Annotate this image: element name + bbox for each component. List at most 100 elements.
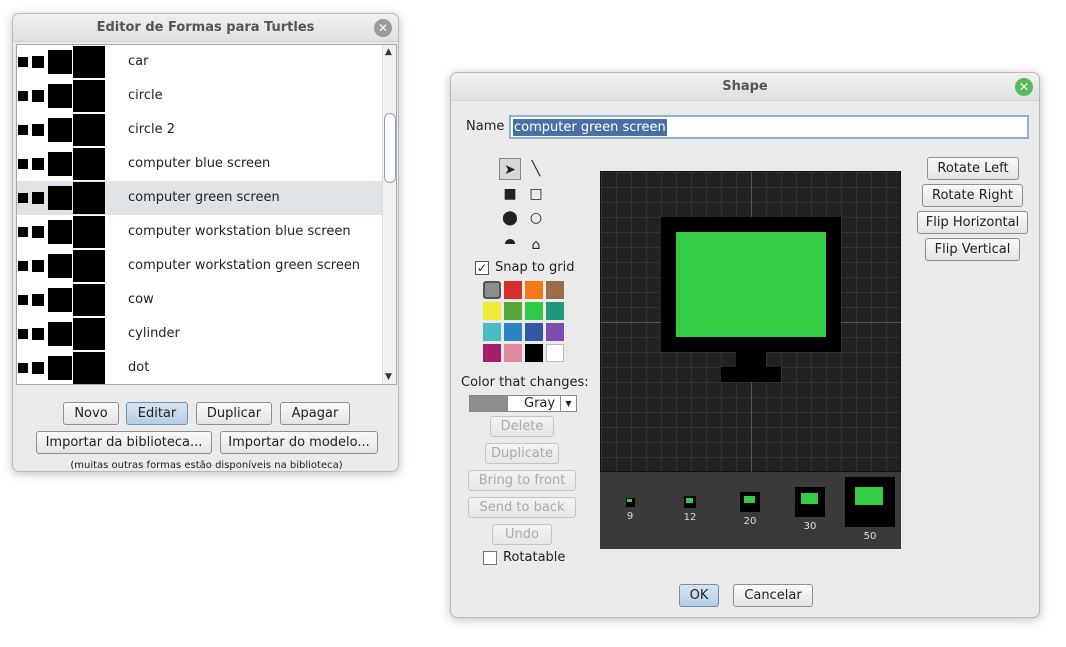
chevron-down-icon[interactable]: ▼ bbox=[560, 396, 576, 411]
filled-polygon-tool-icon[interactable]: ⯊ bbox=[499, 234, 521, 256]
color-swatch[interactable] bbox=[525, 323, 543, 341]
list-item[interactable]: dot bbox=[17, 351, 382, 384]
color-changes-label: Color that changes: bbox=[461, 375, 589, 390]
color-swatch[interactable] bbox=[483, 302, 501, 320]
bring-to-front-button[interactable]: Bring to front bbox=[468, 470, 576, 491]
cow-icon bbox=[48, 288, 72, 312]
delete-shape-button[interactable]: Delete bbox=[490, 416, 554, 437]
cancel-button[interactable]: Cancelar bbox=[733, 584, 813, 607]
circle-icon bbox=[18, 91, 28, 101]
rotate-right-button[interactable]: Rotate Right bbox=[922, 184, 1023, 207]
filled-circle-tool-icon[interactable]: ⬤ bbox=[499, 207, 521, 229]
preview-screen bbox=[801, 493, 818, 504]
list-item[interactable]: circle 2 bbox=[17, 113, 382, 147]
import-model-button[interactable]: Importar do modelo... bbox=[220, 431, 378, 454]
circle-2-icon bbox=[32, 124, 44, 136]
gray-swatch bbox=[470, 396, 508, 411]
preview-screen bbox=[855, 487, 883, 505]
computer-workstation-blue-screen-icon bbox=[73, 216, 105, 248]
color-swatch[interactable] bbox=[546, 344, 564, 362]
list-item[interactable]: car bbox=[17, 45, 382, 79]
rotatable-checkbox[interactable] bbox=[483, 551, 497, 565]
computer-workstation-blue-screen-icon bbox=[32, 226, 44, 238]
library-footnote: (muitas outras formas estão disponíveis … bbox=[70, 460, 343, 471]
cylinder-icon bbox=[73, 318, 105, 350]
list-item[interactable]: cylinder bbox=[17, 317, 382, 351]
close-icon[interactable]: ✕ bbox=[374, 19, 392, 37]
color-swatch[interactable] bbox=[483, 344, 501, 362]
computer-workstation-blue-screen-icon bbox=[18, 227, 28, 237]
filled-rectangle-tool-icon[interactable]: ■ bbox=[499, 183, 521, 205]
list-scrollbar[interactable]: ▲ ▼ bbox=[382, 45, 396, 384]
undo-button[interactable]: Undo bbox=[492, 524, 552, 545]
list-item[interactable]: cow bbox=[17, 283, 382, 317]
flip-horizontal-button[interactable]: Flip Horizontal bbox=[917, 211, 1028, 234]
computer-green-screen-icon bbox=[73, 182, 105, 214]
list-item[interactable]: computer workstation blue screen bbox=[17, 215, 382, 249]
duplicate-button[interactable]: Duplicar bbox=[196, 402, 272, 425]
rotate-left-button[interactable]: Rotate Left bbox=[927, 157, 1019, 180]
dot-icon bbox=[32, 362, 44, 374]
flip-vertical-button[interactable]: Flip Vertical bbox=[925, 238, 1020, 261]
color-swatch[interactable] bbox=[504, 323, 522, 341]
circle-2-icon bbox=[48, 118, 72, 142]
drawing-canvas[interactable] bbox=[600, 171, 901, 472]
computer-blue-screen-icon bbox=[73, 148, 105, 180]
shape-editor-titlebar: Editor de Formas para Turtles ✕ bbox=[13, 14, 398, 42]
edit-button[interactable]: Editar bbox=[126, 402, 188, 425]
scroll-down-icon[interactable]: ▼ bbox=[385, 372, 392, 382]
circle-icon bbox=[73, 80, 105, 112]
ok-button[interactable]: OK bbox=[679, 584, 719, 607]
list-item-label: computer workstation green screen bbox=[128, 258, 361, 273]
scroll-up-icon[interactable]: ▲ bbox=[385, 47, 392, 57]
computer-workstation-green-screen-icon bbox=[48, 254, 72, 278]
list-item[interactable]: circle bbox=[17, 79, 382, 113]
duplicate-shape-button[interactable]: Duplicate bbox=[485, 443, 559, 464]
color-changes-select[interactable]: Gray ▼ bbox=[469, 395, 577, 412]
computer-workstation-green-screen-icon bbox=[18, 261, 28, 271]
send-to-back-button[interactable]: Send to back bbox=[468, 497, 576, 518]
delete-button[interactable]: Apagar bbox=[280, 402, 350, 425]
size-preview-label: 20 bbox=[743, 516, 757, 527]
size-preview-label: 50 bbox=[863, 531, 877, 542]
monitor-neck bbox=[736, 352, 766, 367]
polygon-tool-icon[interactable]: ⌂ bbox=[525, 234, 547, 256]
color-swatch[interactable] bbox=[546, 281, 564, 299]
close-icon[interactable]: ✕ bbox=[1015, 78, 1033, 96]
color-swatch[interactable] bbox=[483, 281, 501, 299]
circle-icon bbox=[48, 84, 72, 108]
color-swatch[interactable] bbox=[504, 302, 522, 320]
color-swatch[interactable] bbox=[546, 302, 564, 320]
snap-checkbox[interactable]: ✓ bbox=[475, 261, 489, 275]
computer-blue-screen-icon bbox=[48, 152, 72, 176]
list-item-label: circle 2 bbox=[128, 122, 175, 137]
list-item[interactable]: computer green screen bbox=[17, 181, 382, 215]
circle-tool-icon[interactable]: ○ bbox=[525, 207, 547, 229]
rectangle-tool-icon[interactable]: □ bbox=[525, 183, 547, 205]
new-button[interactable]: Novo bbox=[63, 402, 119, 425]
computer-workstation-blue-screen-icon bbox=[48, 220, 72, 244]
computer-workstation-green-screen-icon bbox=[73, 250, 105, 282]
line-tool-icon[interactable]: ╲ bbox=[525, 158, 547, 180]
circle-2-icon bbox=[73, 114, 105, 146]
color-swatch[interactable] bbox=[525, 281, 543, 299]
dot-icon bbox=[73, 352, 105, 384]
color-swatch[interactable] bbox=[504, 281, 522, 299]
scrollbar-thumb[interactable] bbox=[384, 113, 396, 183]
monitor-screen bbox=[676, 232, 826, 337]
color-swatch[interactable] bbox=[525, 302, 543, 320]
preview-screen bbox=[627, 499, 633, 503]
monitor-base bbox=[721, 367, 781, 382]
list-item[interactable]: computer blue screen bbox=[17, 147, 382, 181]
name-selection: computer green screen bbox=[513, 119, 667, 136]
color-palette bbox=[483, 281, 569, 365]
shape-list[interactable]: car circle circle 2 computer blue screen com… bbox=[16, 44, 397, 385]
color-swatch[interactable] bbox=[504, 344, 522, 362]
color-swatch[interactable] bbox=[525, 344, 543, 362]
snap-label: Snap to grid bbox=[495, 260, 575, 275]
list-item[interactable]: computer workstation green screen bbox=[17, 249, 382, 283]
select-tool-icon[interactable]: ➤ bbox=[499, 158, 521, 180]
color-swatch[interactable] bbox=[483, 323, 501, 341]
color-swatch[interactable] bbox=[546, 323, 564, 341]
import-library-button[interactable]: Importar da biblioteca... bbox=[36, 431, 212, 454]
